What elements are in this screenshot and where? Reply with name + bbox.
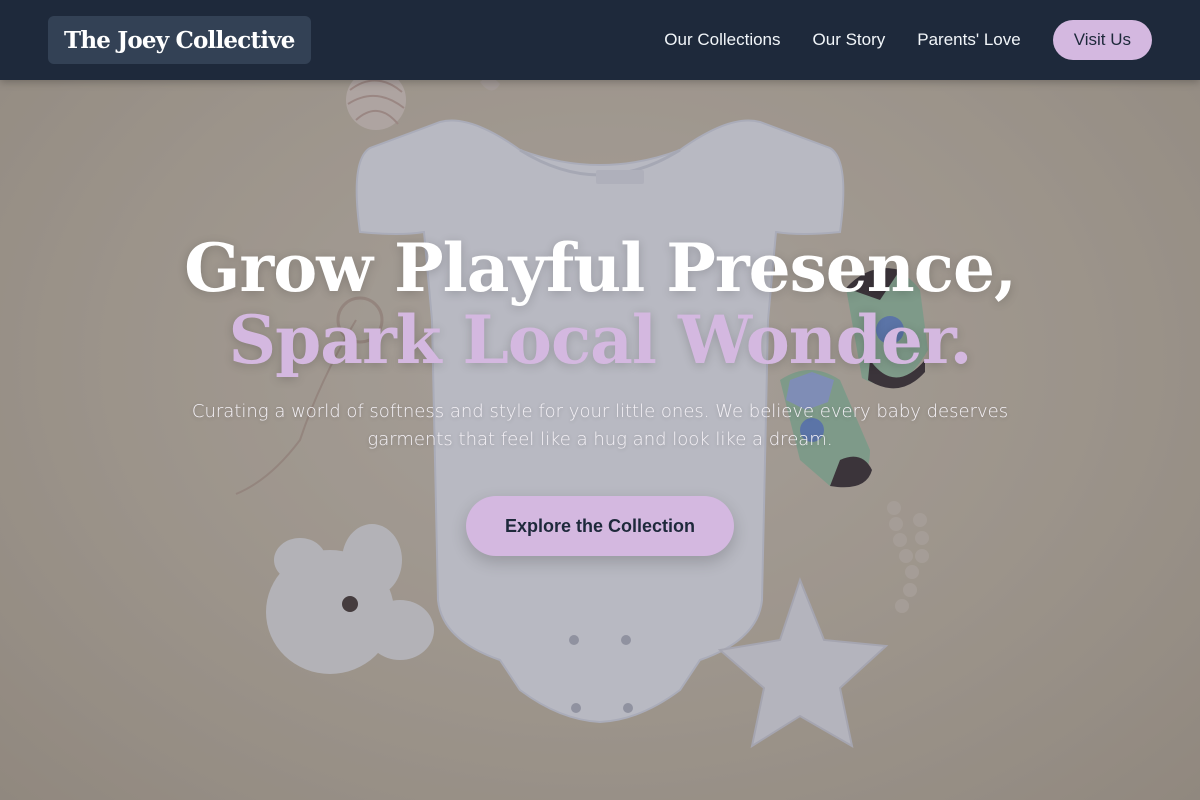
headline-line-2: Spark Local Wonder. (228, 301, 972, 379)
top-navbar: The Joey Collective Our Collections Our … (0, 0, 1200, 80)
brand-logo[interactable]: The Joey Collective (48, 16, 311, 64)
visit-us-button[interactable]: Visit Us (1052, 20, 1152, 60)
hero-subtitle: Curating a world of softness and style f… (191, 401, 1009, 450)
visit-us-label: Visit Us (1073, 30, 1131, 49)
brand-name: The Joey Collective (64, 26, 295, 54)
hero-headline: Grow Playful Presence, Spark Local Wonde… (0, 232, 1200, 376)
hero-content: Grow Playful Presence, Spark Local Wonde… (0, 232, 1200, 556)
nav-link-our-story[interactable]: Our Story (813, 30, 886, 50)
explore-collection-button[interactable]: Explore the Collection (466, 496, 734, 556)
headline-line-1: Grow Playful Presence, (184, 229, 1017, 307)
nav-link-our-collections[interactable]: Our Collections (664, 30, 780, 50)
nav-link-parents-love[interactable]: Parents' Love (917, 30, 1020, 50)
explore-collection-label: Explore the Collection (504, 515, 696, 536)
nav-links: Our Collections Our Story Parents' Love … (632, 20, 1152, 60)
